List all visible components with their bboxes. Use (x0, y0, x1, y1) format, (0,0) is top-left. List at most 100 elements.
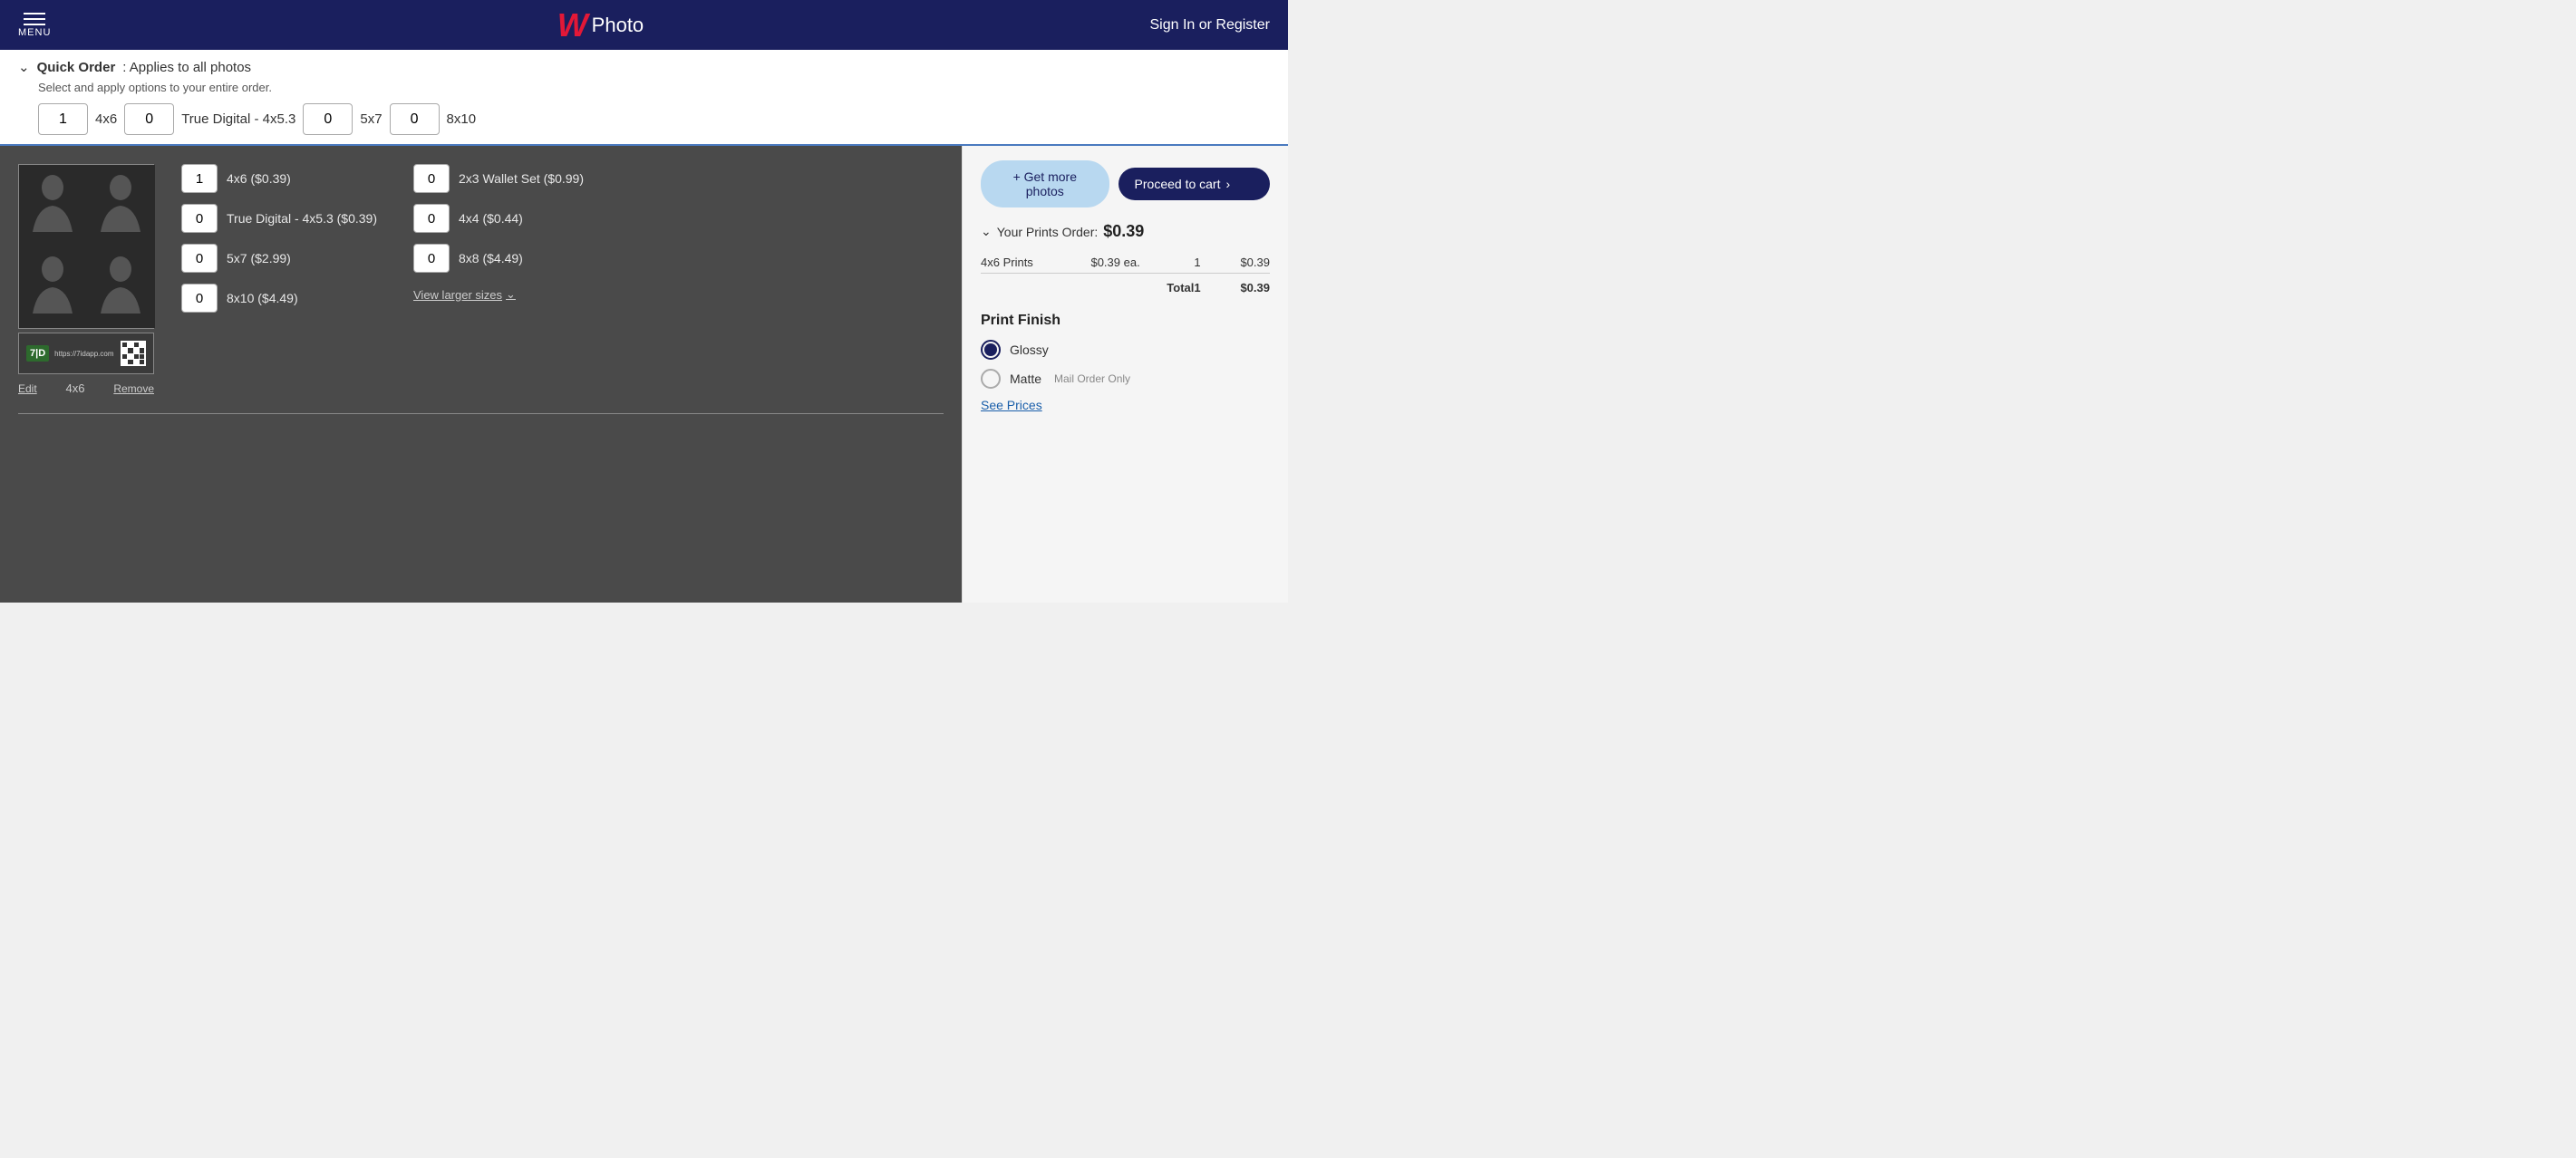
mail-order-only-label: Mail Order Only (1054, 372, 1130, 385)
quick-order-toggle[interactable]: ⌄ Quick Order : Applies to all photos (18, 59, 1270, 75)
order-summary: ⌄ Your Prints Order: $0.39 4x6 Prints $0… (981, 222, 1270, 298)
photo-item: 7|D https://7idapp.com Edit 4x6 Remove (18, 164, 944, 395)
photo-actions: Edit 4x6 Remove (18, 381, 154, 395)
photo-grid (18, 164, 154, 329)
print-options: 1 4x6 ($0.39) 0 True Digital - 4x5.3 ($0… (181, 164, 944, 313)
total-amount-cell: $0.39 (1208, 274, 1270, 299)
collapse-icon[interactable]: ⌄ (981, 224, 992, 239)
print-options-left-col: 1 4x6 ($0.39) 0 True Digital - 4x5.3 ($0… (181, 164, 377, 313)
table-row: 4x6 Prints $0.39 ea. 1 $0.39 (981, 252, 1270, 274)
total-qty-cell: 1 (1194, 274, 1207, 299)
get-more-photos-button[interactable]: + Get more photos (981, 160, 1109, 207)
qty-5x7-option[interactable]: 0 (181, 244, 218, 273)
person-silhouette-2 (96, 173, 146, 238)
print-options-right-col: 0 2x3 Wallet Set ($0.99) 0 4x4 ($0.44) 0… (413, 164, 584, 313)
qty-8x10-option[interactable]: 0 (181, 284, 218, 313)
label-5x7: 5x7 ($2.99) (227, 251, 291, 265)
chevron-down-larger-icon: ⌄ (506, 287, 516, 302)
qty-cell: 1 (1194, 252, 1207, 274)
photo-size-display: 4x6 (66, 381, 85, 395)
logo-photo: Photo (592, 14, 644, 37)
edit-photo-link[interactable]: Edit (18, 382, 37, 395)
matte-label: Matte (1010, 372, 1041, 386)
size-4x6-label: 4x6 (95, 111, 117, 127)
qty-5x7-input[interactable] (303, 103, 353, 135)
order-title: ⌄ Your Prints Order: $0.39 (981, 222, 1270, 241)
option-true-digital: 0 True Digital - 4x5.3 ($0.39) (181, 204, 377, 233)
quick-order-bar: ⌄ Quick Order : Applies to all photos Se… (0, 50, 1288, 146)
label-4x6: 4x6 ($0.39) (227, 171, 291, 186)
photo-info-box: 7|D https://7idapp.com (18, 333, 154, 374)
glossy-label: Glossy (1010, 343, 1049, 357)
action-buttons: + Get more photos Proceed to cart › (981, 160, 1270, 207)
label-true-digital: True Digital - 4x5.3 ($0.39) (227, 211, 377, 226)
size-8x10-label: 8x10 (447, 111, 477, 127)
size-true-digital-label: True Digital - 4x5.3 (181, 111, 295, 127)
qr-code-icon (121, 341, 146, 366)
label-8x10: 8x10 ($4.49) (227, 291, 298, 305)
photo-thumbnails: 7|D https://7idapp.com Edit 4x6 Remove (18, 164, 154, 395)
qty-wallet-option[interactable]: 0 (413, 164, 450, 193)
quick-order-bold: Quick Order (37, 60, 116, 75)
menu-button[interactable]: MENU (18, 13, 51, 38)
qty-4x4-option[interactable]: 0 (413, 204, 450, 233)
qty-true-digital-option[interactable]: 0 (181, 204, 218, 233)
view-larger-sizes[interactable]: View larger sizes ⌄ (413, 287, 584, 302)
quick-order-subtitle: Select and apply options to your entire … (38, 81, 1270, 94)
order-title-text: Your Prints Order: (997, 225, 1099, 239)
proceed-label: Proceed to cart (1135, 177, 1221, 191)
option-4x4: 0 4x4 ($0.44) (413, 204, 584, 233)
photo-cell-1 (19, 165, 87, 246)
order-table: 4x6 Prints $0.39 ea. 1 $0.39 Total 1 $0.… (981, 252, 1270, 298)
seven-id-logo: 7|D (26, 345, 49, 362)
option-8x10: 0 8x10 ($4.49) (181, 284, 377, 313)
label-8x8: 8x8 ($4.49) (459, 251, 523, 265)
photo-divider (18, 413, 944, 414)
option-8x8: 0 8x8 ($4.49) (413, 244, 584, 273)
proceed-to-cart-button[interactable]: Proceed to cart › (1119, 168, 1270, 200)
matte-radio[interactable] (981, 369, 1001, 389)
proceed-arrow-icon: › (1225, 177, 1230, 191)
photo-url-text: https://7idapp.com (54, 350, 115, 358)
qty-8x10-input[interactable] (390, 103, 440, 135)
print-finish-title: Print Finish (981, 313, 1270, 329)
label-wallet: 2x3 Wallet Set ($0.99) (459, 171, 584, 186)
person-silhouette-4 (96, 255, 146, 320)
sign-in-link[interactable]: Sign In or Register (1149, 17, 1270, 34)
qty-4x6-input[interactable] (38, 103, 88, 135)
label-4x4: 4x4 ($0.44) (459, 211, 523, 226)
option-4x6: 1 4x6 ($0.39) (181, 164, 377, 193)
order-summary-panel: + Get more photos Proceed to cart › ⌄ Yo… (962, 146, 1288, 603)
photo-list-panel: 7|D https://7idapp.com Edit 4x6 Remove (0, 146, 962, 603)
glossy-option[interactable]: Glossy (981, 340, 1270, 360)
order-total-price: $0.39 (1103, 222, 1144, 241)
hamburger-icon (24, 13, 45, 25)
product-cell: 4x6 Prints (981, 252, 1090, 274)
qty-true-digital-input[interactable] (124, 103, 174, 135)
person-silhouette-1 (28, 173, 78, 238)
app-header: MENU W Photo Sign In or Register (0, 0, 1288, 50)
chevron-down-icon: ⌄ (18, 59, 30, 75)
quick-order-rest: : Applies to all photos (122, 60, 251, 75)
matte-option[interactable]: Matte Mail Order Only (981, 369, 1270, 389)
quick-order-inputs: 4x6 True Digital - 4x5.3 5x7 8x10 (38, 103, 1270, 135)
total-text-cell: Total (1090, 274, 1194, 299)
view-larger-label: View larger sizes (413, 288, 502, 302)
photo-cell-2 (87, 165, 155, 246)
see-prices-link[interactable]: See Prices (981, 398, 1270, 412)
qty-4x6-option[interactable]: 1 (181, 164, 218, 193)
qty-8x8-option[interactable]: 0 (413, 244, 450, 273)
remove-photo-link[interactable]: Remove (113, 382, 154, 395)
print-finish-section: Print Finish Glossy Matte Mail Order Onl… (981, 313, 1270, 412)
logo-w: W (557, 6, 588, 44)
photo-cell-4 (87, 246, 155, 328)
person-silhouette-3 (28, 255, 78, 320)
size-5x7-label: 5x7 (360, 111, 382, 127)
total-row: Total 1 $0.39 (981, 274, 1270, 299)
photo-cell-3 (19, 246, 87, 328)
logo: W Photo (557, 6, 644, 44)
total-label-cell (981, 274, 1090, 299)
total-cell: $0.39 (1208, 252, 1270, 274)
glossy-radio[interactable] (981, 340, 1001, 360)
option-5x7: 0 5x7 ($2.99) (181, 244, 377, 273)
